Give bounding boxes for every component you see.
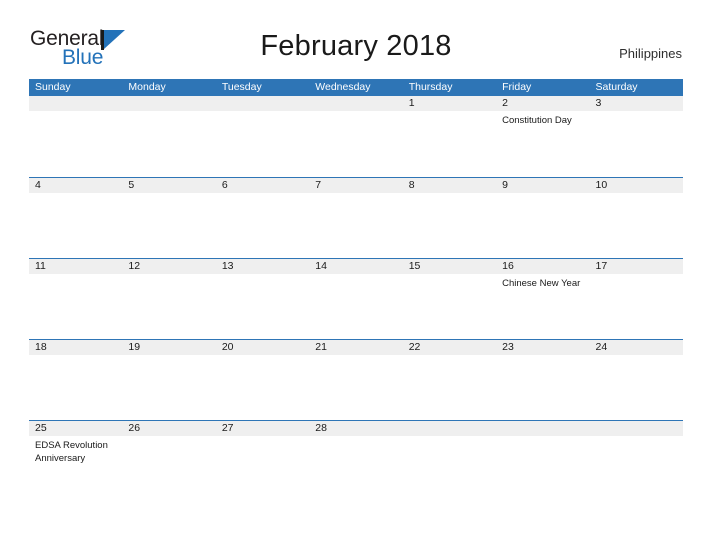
- day-cell[interactable]: 25 EDSA Revolution Anniversary: [29, 420, 122, 501]
- day-number: 28: [315, 422, 327, 434]
- day-number: 3: [595, 97, 602, 109]
- day-number: 14: [315, 260, 327, 272]
- week-days: 25 EDSA Revolution Anniversary 26 27 28: [29, 420, 683, 501]
- page-header: General Blue February 2018 Philippines: [0, 0, 712, 69]
- week-days: 1 2 Constitution Day 3: [29, 96, 683, 177]
- day-number: 7: [315, 179, 322, 191]
- day-cell[interactable]: 15: [403, 258, 496, 339]
- day-number: 10: [595, 179, 608, 191]
- day-number: 2: [502, 97, 508, 109]
- day-cell[interactable]: 7: [309, 177, 402, 258]
- day-number: 21: [315, 341, 327, 353]
- day-cell[interactable]: 24: [590, 339, 683, 420]
- day-cell[interactable]: 17: [590, 258, 683, 339]
- day-cell[interactable]: 9: [496, 177, 589, 258]
- day-cell[interactable]: 8: [403, 177, 496, 258]
- day-cell[interactable]: 13: [216, 258, 309, 339]
- day-number: 5: [128, 179, 135, 191]
- day-events: Chinese New Year: [502, 274, 589, 290]
- day-cell[interactable]: 11: [29, 258, 122, 339]
- day-number: 13: [221, 260, 234, 272]
- weekday-friday: Friday: [502, 81, 532, 93]
- day-events: EDSA Revolution Anniversary: [35, 436, 122, 465]
- day-cell-empty: [29, 96, 122, 177]
- page-title: February 2018: [260, 30, 452, 62]
- day-number: 17: [595, 260, 608, 272]
- day-cell[interactable]: 10: [590, 177, 683, 258]
- day-cell[interactable]: 27: [216, 420, 309, 501]
- country-label: Philippines: [619, 46, 682, 61]
- day-cell-empty: [309, 96, 402, 177]
- calendar-week-row: 4 5 6 7 8 9 10: [29, 177, 683, 258]
- week-days: 11 12 13 14 15 16 Chinese New Year 17: [29, 258, 683, 339]
- day-cell[interactable]: 28: [309, 420, 402, 501]
- week-days: 18 19 20 21 22 23 24: [29, 339, 683, 420]
- weekday-header-row: Sunday Monday Tuesday Wednesday Thursday…: [29, 79, 683, 96]
- day-cell-empty: [496, 420, 589, 501]
- day-cell[interactable]: 4: [29, 177, 122, 258]
- week-days: 4 5 6 7 8 9 10: [29, 177, 683, 258]
- day-number: 15: [408, 260, 421, 272]
- day-number: 18: [35, 341, 47, 353]
- day-cell[interactable]: 5: [122, 177, 215, 258]
- day-number: 11: [35, 260, 46, 272]
- day-number: 1: [408, 97, 415, 109]
- day-number: 25: [35, 422, 47, 434]
- day-cell[interactable]: 19: [122, 339, 215, 420]
- day-cell[interactable]: 20: [216, 339, 309, 420]
- day-number: 20: [221, 341, 234, 353]
- day-cell-empty: [403, 420, 496, 501]
- calendar-week-row: 1 2 Constitution Day 3: [29, 96, 683, 177]
- day-number: 6: [221, 179, 228, 191]
- day-number: 23: [502, 341, 514, 353]
- day-cell-empty: [216, 96, 309, 177]
- day-cell[interactable]: 3: [590, 96, 683, 177]
- day-cell[interactable]: 2 Constitution Day: [496, 96, 589, 177]
- calendar-weeks: 1 2 Constitution Day 3 4 5 6 7 8 9 10 11 12 13 14 15 16 C…: [29, 96, 683, 501]
- calendar-week-row: 18 19 20 21 22 23 24: [29, 339, 683, 420]
- day-cell[interactable]: 22: [403, 339, 496, 420]
- day-number: 12: [128, 260, 141, 272]
- day-cell-empty: [590, 420, 683, 501]
- day-number: 9: [502, 179, 508, 191]
- holiday-label: Chinese New Year: [502, 278, 581, 289]
- weekday-saturday: Saturday: [595, 81, 638, 93]
- weekday-tuesday: Tuesday: [221, 81, 262, 93]
- weekday-wednesday: Wednesday: [315, 81, 371, 93]
- day-cell[interactable]: 21: [309, 339, 402, 420]
- day-cell[interactable]: 1: [403, 96, 496, 177]
- holiday-label: Constitution Day: [502, 115, 572, 126]
- calendar-week-row: 11 12 13 14 15 16 Chinese New Year 17: [29, 258, 683, 339]
- day-number: 16: [502, 260, 514, 272]
- day-cell[interactable]: 18: [29, 339, 122, 420]
- day-number: 8: [408, 179, 415, 191]
- weekday-monday: Monday: [128, 81, 166, 93]
- day-cell[interactable]: 16 Chinese New Year: [496, 258, 589, 339]
- day-cell[interactable]: 14: [309, 258, 402, 339]
- weekday-sunday: Sunday: [35, 81, 71, 93]
- calendar-week-row: 25 EDSA Revolution Anniversary 26 27 28: [29, 420, 683, 501]
- day-events: Constitution Day: [502, 111, 589, 127]
- day-number: 26: [128, 422, 141, 434]
- month-calendar: Sunday Monday Tuesday Wednesday Thursday…: [29, 79, 683, 501]
- day-number: 27: [221, 422, 234, 434]
- day-cell[interactable]: 6: [216, 177, 309, 258]
- day-cell-empty: [122, 96, 215, 177]
- day-cell[interactable]: 12: [122, 258, 215, 339]
- day-cell[interactable]: 26: [122, 420, 215, 501]
- day-number: 22: [408, 341, 421, 353]
- holiday-label: EDSA Revolution Anniversary: [35, 440, 108, 464]
- day-number: 19: [128, 341, 141, 353]
- day-cell[interactable]: 23: [496, 339, 589, 420]
- day-number: 4: [35, 179, 41, 191]
- calendar-page: General Blue February 2018 Philippines S…: [0, 0, 712, 550]
- weekday-thursday: Thursday: [408, 81, 453, 93]
- day-number: 24: [595, 341, 608, 353]
